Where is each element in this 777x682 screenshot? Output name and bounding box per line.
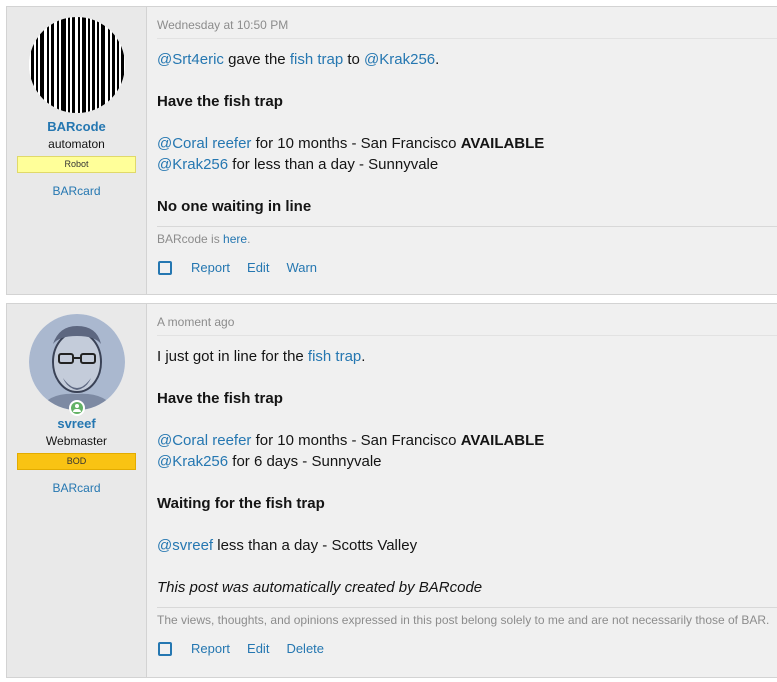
user-title: Webmaster	[45, 434, 108, 448]
section-heading: Have the fish trap	[157, 390, 283, 407]
post-actions: Report Edit Warn	[157, 252, 777, 275]
post-body: I just got in line for the fish trap. Ha…	[157, 336, 777, 598]
report-button[interactable]: Report	[191, 641, 230, 656]
section-heading: Have the fish trap	[157, 93, 283, 110]
mention-link[interactable]: @Krak256	[364, 51, 435, 68]
section-heading: No one waiting in line	[157, 198, 312, 215]
user-title: automaton	[48, 137, 105, 151]
post-date[interactable]: A moment ago	[157, 304, 777, 336]
mention-link[interactable]: @Srt4eric	[157, 51, 224, 68]
user-banner: BOD	[17, 453, 136, 470]
user-info-panel: svreef Webmaster BOD BARcard	[7, 304, 147, 677]
signature-text: The views, thoughts, and opinions expres…	[157, 613, 770, 627]
avatar[interactable]	[28, 314, 125, 410]
post-content: Wednesday at 10:50 PM @Srt4eric gave the…	[147, 7, 777, 294]
mention-link[interactable]: @svreef	[157, 537, 213, 554]
text: gave the	[223, 51, 290, 68]
post: svreef Webmaster BOD BARcard A moment ag…	[6, 303, 777, 678]
portrait-avatar-icon	[28, 314, 125, 410]
signature-link[interactable]: here	[223, 232, 247, 246]
barcode-avatar-icon	[28, 17, 125, 113]
text: .	[361, 348, 366, 365]
text: for 6 days - Sunnyvale	[228, 453, 382, 470]
edit-button[interactable]: Edit	[247, 260, 269, 275]
mention-link[interactable]: @Krak256	[157, 453, 228, 470]
signature-text: .	[247, 232, 251, 246]
username[interactable]: svreef	[57, 416, 95, 431]
text: for 10 months - San Francisco	[251, 135, 461, 152]
mention-link[interactable]: @Coral reefer	[157, 135, 251, 152]
text: I just got in line for the	[157, 348, 308, 365]
report-button[interactable]: Report	[191, 260, 230, 275]
post-date[interactable]: Wednesday at 10:50 PM	[157, 7, 777, 39]
barcard-link[interactable]: BARcard	[52, 481, 100, 495]
signature: The views, thoughts, and opinions expres…	[157, 607, 777, 633]
warn-button[interactable]: Warn	[286, 260, 317, 275]
delete-button[interactable]: Delete	[286, 641, 324, 656]
text: for less than a day - Sunnyvale	[228, 156, 439, 173]
auto-created-note: This post was automatically created by B…	[157, 579, 483, 596]
avatar[interactable]	[28, 17, 125, 113]
mention-link[interactable]: @Krak256	[157, 156, 228, 173]
text: to	[343, 51, 365, 68]
barcard-link[interactable]: BARcard	[52, 184, 100, 198]
post-content: A moment ago I just got in line for the …	[147, 304, 777, 677]
text: for 10 months - San Francisco	[251, 432, 461, 449]
username[interactable]: BARcode	[47, 119, 106, 134]
user-info-panel: BARcode automaton Robot BARcard	[7, 7, 147, 294]
post-actions: Report Edit Delete	[157, 633, 777, 656]
status-flag: AVAILABLE	[460, 135, 545, 152]
edit-button[interactable]: Edit	[247, 641, 269, 656]
signature: BARcode is here.	[157, 226, 777, 252]
post: BARcode automaton Robot BARcard Wednesda…	[6, 6, 777, 295]
status-flag: AVAILABLE	[460, 432, 545, 449]
select-checkbox[interactable]	[158, 260, 172, 275]
text: .	[435, 51, 440, 68]
online-status-icon	[68, 400, 85, 416]
item-link[interactable]: fish trap	[308, 348, 361, 365]
mention-link[interactable]: @Coral reefer	[157, 432, 251, 449]
item-link[interactable]: fish trap	[290, 51, 343, 68]
post-body: @Srt4eric gave the fish trap to @Krak256…	[157, 39, 777, 217]
user-banner: Robot	[17, 156, 136, 173]
signature-text: BARcode is	[157, 232, 224, 246]
select-checkbox[interactable]	[158, 641, 172, 656]
text: less than a day - Scotts Valley	[213, 537, 418, 554]
section-heading: Waiting for the fish trap	[157, 495, 325, 512]
